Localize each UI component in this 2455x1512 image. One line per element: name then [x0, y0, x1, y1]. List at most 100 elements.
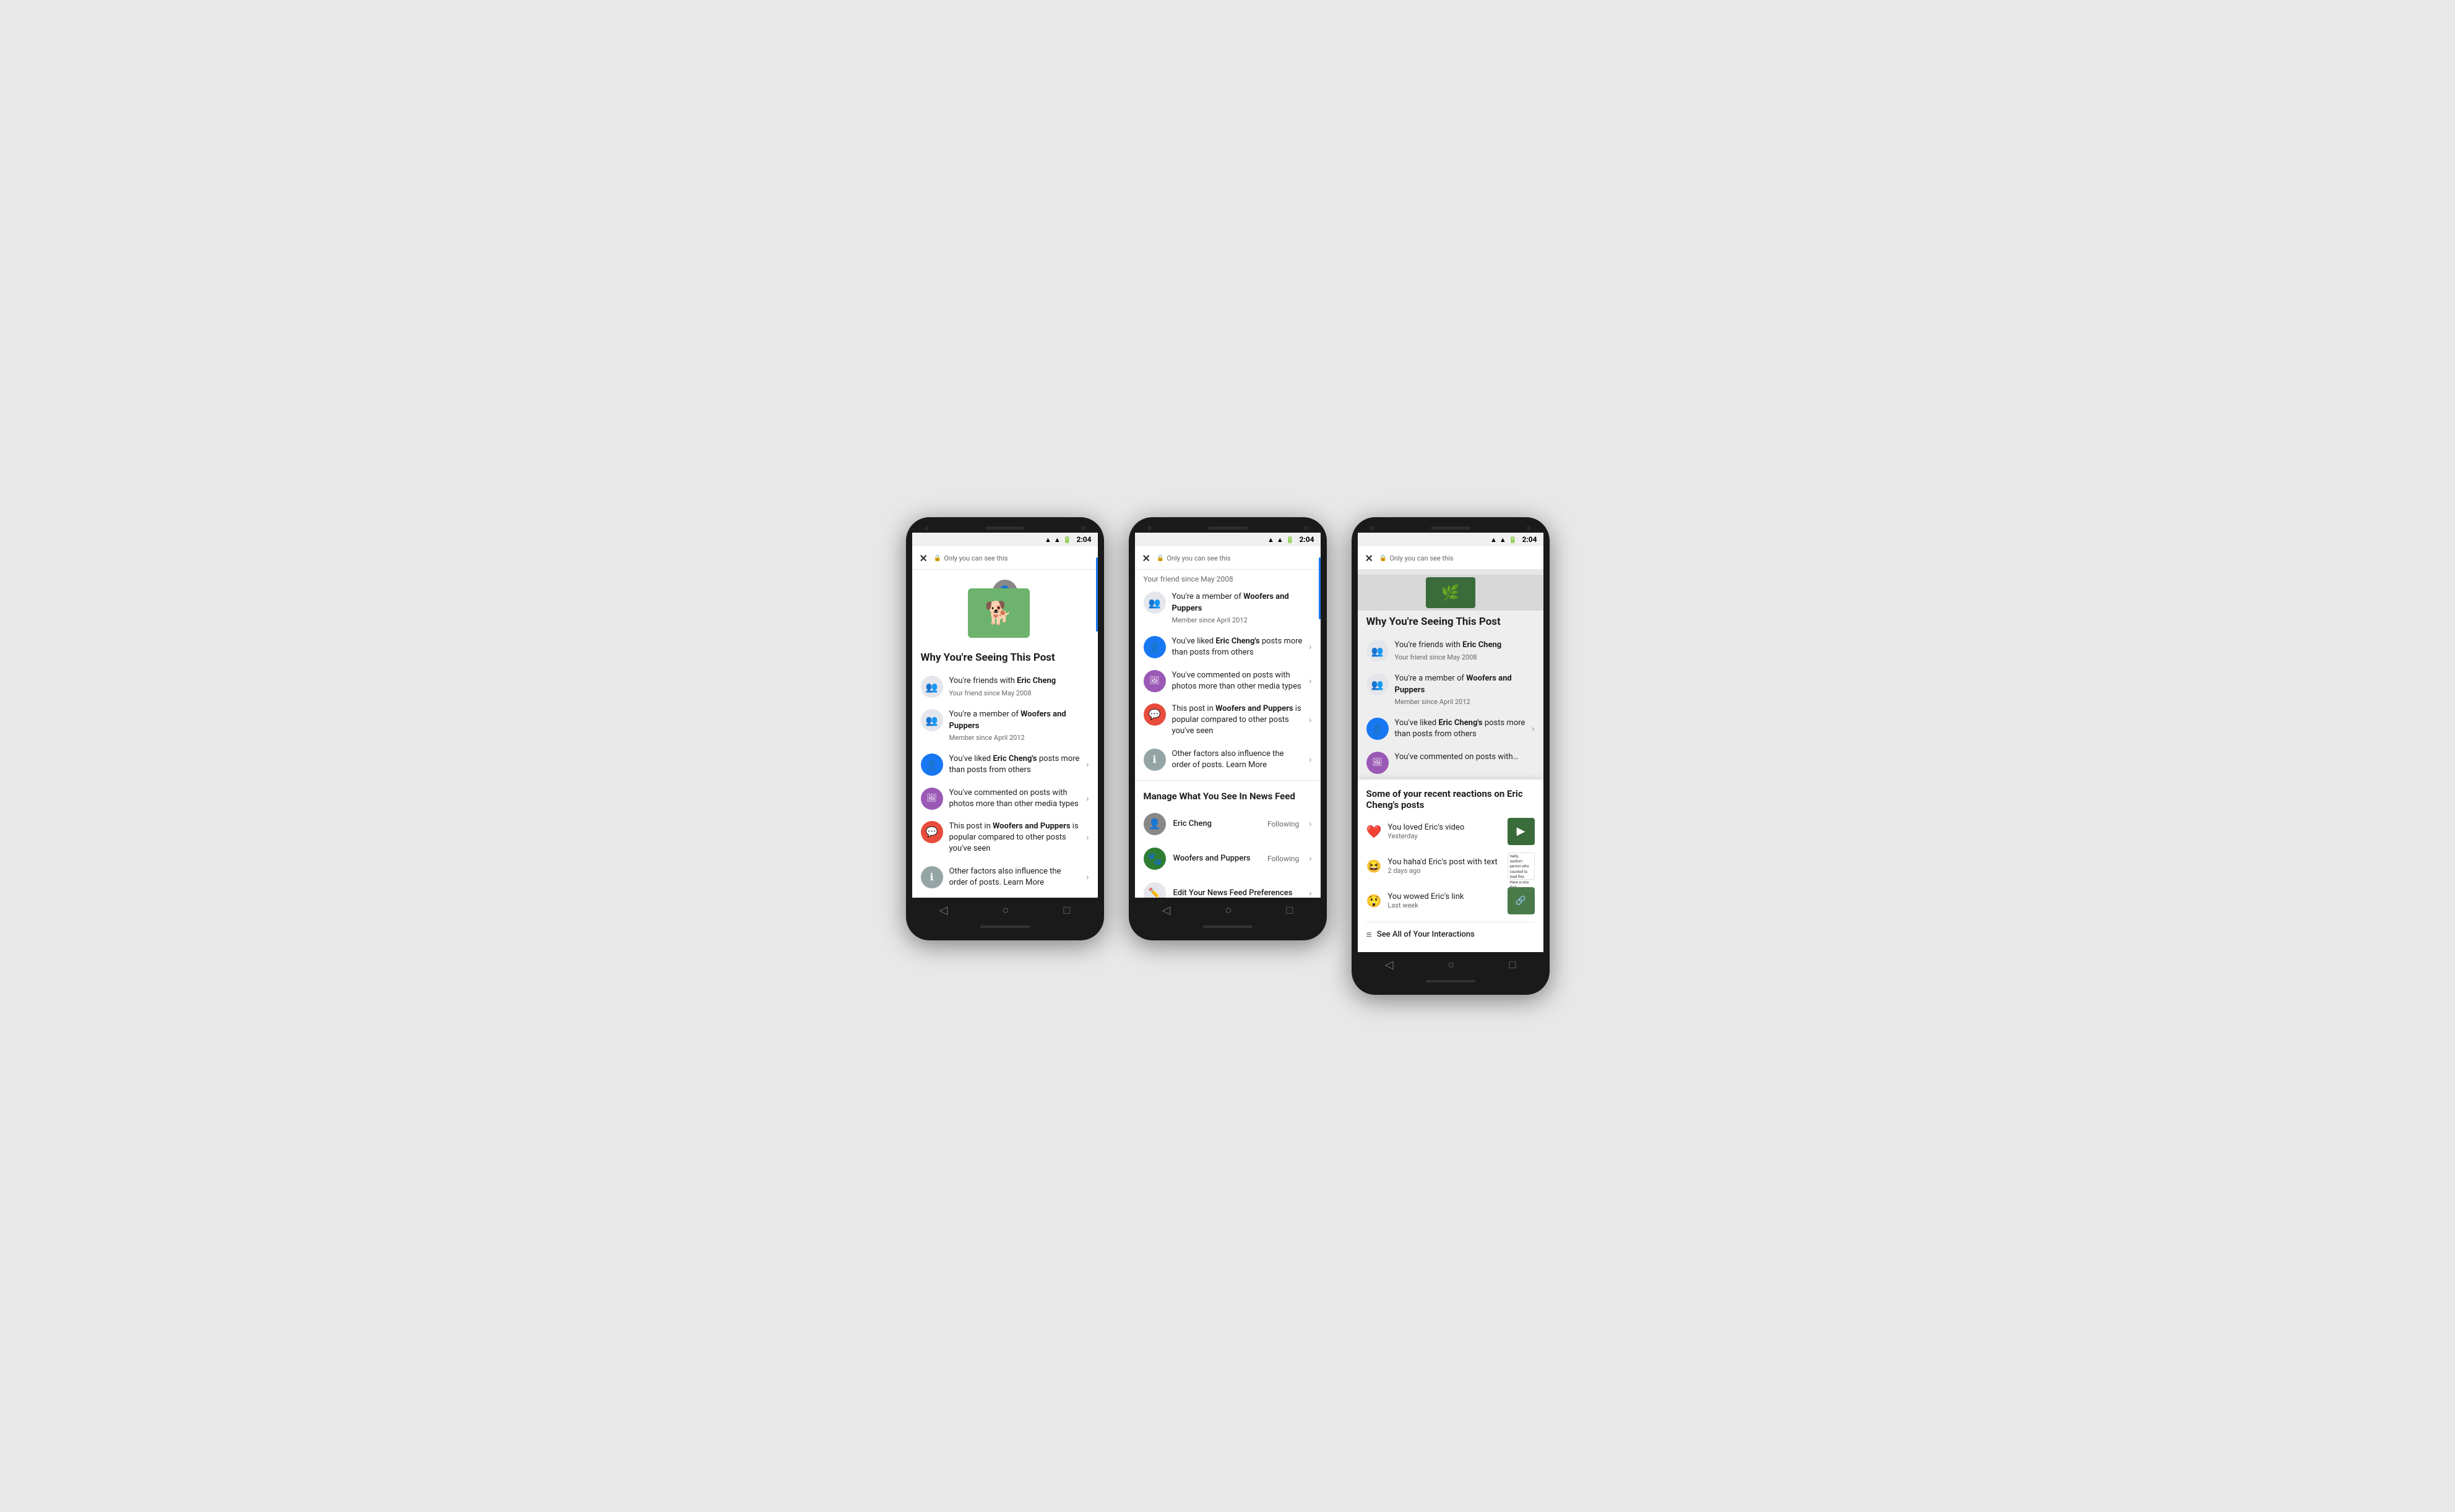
reason-group-sub: Member since April 2012 — [949, 733, 1089, 742]
reason-photo-3: 🖼 You've commented on posts with… — [1358, 746, 1543, 780]
chevron-popular-2: › — [1309, 715, 1311, 725]
status-bar-1: ▲ ▲ 🔋 2:04 — [912, 533, 1098, 546]
signal-icon-3: ▲ — [1499, 536, 1506, 544]
chevron-other: › — [1086, 872, 1089, 882]
manage-eric-badge: Following — [1267, 820, 1299, 828]
reason-group-text: You're a member of Woofers and Puppers M… — [949, 709, 1089, 742]
reason-liked[interactable]: 👤 You've liked Eric Cheng's posts more t… — [912, 748, 1098, 781]
screen-1: ▲ ▲ 🔋 2:04 ✕ 🔒 Only you can see this — [912, 533, 1098, 898]
lock-icon-3: 🔒 — [1379, 555, 1387, 562]
reason-friends-text: You're friends with Eric Cheng Your frie… — [949, 676, 1089, 698]
only-you-label-1: 🔒 Only you can see this — [934, 554, 1008, 562]
reaction-link-thumb: 🔗 — [1508, 887, 1535, 914]
chevron-other-2: › — [1309, 755, 1311, 765]
reason-group[interactable]: 👥 You're a member of Woofers and Puppers… — [912, 703, 1098, 748]
bottom-bar-2 — [1203, 926, 1253, 928]
manage-eric-avatar: 👤 — [1144, 813, 1166, 835]
close-button-2[interactable]: ✕ — [1142, 552, 1150, 564]
phone-speaker-2 — [1208, 526, 1248, 530]
chevron-liked-2: › — [1309, 642, 1311, 652]
only-you-label-2: 🔒 Only you can see this — [1157, 554, 1231, 562]
camera-dot-left — [925, 526, 929, 530]
status-time: 2:04 — [1076, 535, 1091, 544]
reaction-wow-link[interactable]: 😲 You wowed Eric's link Last week 🔗 — [1366, 887, 1535, 914]
content-2[interactable]: Your friend since May 2008 👥 You're a me… — [1135, 570, 1321, 898]
reason-photo-text-3: You've commented on posts with… — [1395, 752, 1535, 763]
reason-group-2[interactable]: 👥 You're a member of Woofers and Puppers… — [1135, 586, 1321, 630]
info-icon-2: ℹ — [1144, 749, 1166, 771]
reaction-haha-text[interactable]: 😆 You haha'd Eric's post with text 2 day… — [1366, 853, 1535, 880]
manage-woofers-label: Woofers and Puppers — [1173, 854, 1260, 863]
content-1[interactable]: 👤 🐕 Why You're Seeing This Post 👥 You're… — [912, 570, 1098, 898]
bottom-nav-3: ◁ ○ □ — [1358, 952, 1543, 976]
phone-speaker-3 — [1431, 526, 1470, 530]
wow-emoji: 😲 — [1366, 893, 1382, 908]
recents-button-3[interactable]: □ — [1509, 958, 1516, 971]
chevron-popular: › — [1086, 833, 1089, 843]
recents-button-1[interactable]: □ — [1064, 904, 1071, 917]
phone-speaker — [985, 526, 1025, 530]
back-button-1[interactable]: ◁ — [939, 904, 948, 917]
home-button-3[interactable]: ○ — [1448, 958, 1455, 971]
reason-group-text-2: You're a member of Woofers and Puppers M… — [1172, 591, 1312, 625]
liked-icon: 👤 — [921, 754, 943, 776]
reason-group-sub-2: Member since April 2012 — [1172, 616, 1312, 625]
manage-eric[interactable]: 👤 Eric Cheng Following › — [1135, 807, 1321, 841]
close-button-3[interactable]: ✕ — [1365, 552, 1373, 564]
back-button-2[interactable]: ◁ — [1162, 904, 1171, 917]
bottom-nav-1: ◁ ○ □ — [912, 898, 1098, 922]
reason-group-sub-3: Member since April 2012 — [1395, 697, 1535, 707]
liked-icon-2: 👤 — [1144, 636, 1166, 658]
home-button-2[interactable]: ○ — [1225, 904, 1232, 917]
comment-icon-3: 🖼 — [1366, 752, 1389, 774]
phone-1: ▲ ▲ 🔋 2:04 ✕ 🔒 Only you can see this — [906, 517, 1104, 940]
divider-2 — [1135, 780, 1321, 781]
manage-title-2: Manage What You See In News Feed — [1135, 784, 1321, 807]
battery-icon-2: 🔋 — [1286, 536, 1295, 544]
back-button-3[interactable]: ◁ — [1385, 958, 1394, 971]
reason-liked-3: 👤 You've liked Eric Cheng's posts more t… — [1358, 712, 1543, 745]
reason-friends[interactable]: 👥 You're friends with Eric Cheng Your fr… — [912, 670, 1098, 703]
reason-photo-2[interactable]: 🖼 You've commented on posts with photos … — [1135, 664, 1321, 698]
manage-woofers[interactable]: 🐾 Woofers and Puppers Following › — [1135, 841, 1321, 876]
see-all-interactions[interactable]: ≡ See All of Your Interactions — [1366, 926, 1535, 943]
reason-friends-3: 👥 You're friends with Eric Cheng Your fr… — [1358, 634, 1543, 668]
recents-button-2[interactable]: □ — [1287, 904, 1293, 917]
reaction-video-text: You loved Eric's video — [1387, 823, 1501, 832]
camera-dot-right-2 — [1304, 526, 1308, 530]
home-button-1[interactable]: ○ — [1003, 904, 1009, 917]
reason-liked-text-2: You've liked Eric Cheng's posts more tha… — [1172, 636, 1303, 658]
reason-popular[interactable]: 💬 This post in Woofers and Puppers is po… — [912, 815, 1098, 861]
bottom-nav-2: ◁ ○ □ — [1135, 898, 1321, 922]
reason-group-text-3: You're a member of Woofers and Puppers M… — [1395, 673, 1535, 707]
reaction-loved-video[interactable]: ❤️ You loved Eric's video Yesterday ▶ — [1366, 818, 1535, 845]
reason-popular-2[interactable]: 💬 This post in Woofers and Puppers is po… — [1135, 698, 1321, 743]
manage-woofers-badge: Following — [1267, 854, 1299, 863]
reason-popular-text-2: This post in Woofers and Puppers is popu… — [1172, 703, 1303, 737]
reaction-haha-text: You haha'd Eric's post with text — [1387, 857, 1501, 867]
status-bar-3: ▲ ▲ 🔋 2:04 — [1358, 533, 1543, 546]
manage-edit-feed[interactable]: ✏️ Edit Your News Feed Preferences › — [1135, 876, 1321, 898]
reactions-card: Some of your recent reactions on Eric Ch… — [1358, 780, 1543, 952]
reason-photo-text: You've commented on posts with photos mo… — [949, 788, 1081, 810]
section-title-3: Why You're Seeing This Post — [1358, 611, 1543, 634]
camera-dot-right — [1081, 526, 1085, 530]
group-icon: 👥 — [921, 709, 943, 731]
bottom-bar-3 — [1426, 980, 1475, 982]
edit-feed-chevron: › — [1309, 888, 1311, 898]
camera-dot-left-2 — [1147, 526, 1152, 530]
reason-photo-comment[interactable]: 🖼 You've commented on posts with photos … — [912, 782, 1098, 815]
reason-liked-2[interactable]: 👤 You've liked Eric Cheng's posts more t… — [1135, 630, 1321, 664]
friends-icon: 👥 — [921, 676, 943, 698]
reason-other-2[interactable]: ℹ Other factors also influence the order… — [1135, 743, 1321, 776]
top-bar-2: ✕ 🔒 Only you can see this — [1135, 546, 1321, 570]
chevron-liked: › — [1086, 760, 1089, 770]
wifi-icon-3: ▲ — [1490, 536, 1497, 544]
status-icons-3: ▲ ▲ 🔋 2:04 — [1490, 535, 1537, 544]
liked-icon-3: 👤 — [1366, 718, 1389, 740]
close-button-1[interactable]: ✕ — [920, 552, 928, 564]
reason-other[interactable]: ℹ Other factors also influence the order… — [912, 861, 1098, 894]
manage-eric-chevron: › — [1309, 819, 1311, 829]
camera-dot-right-3 — [1527, 526, 1531, 530]
info-icon-1: ℹ — [921, 866, 943, 888]
